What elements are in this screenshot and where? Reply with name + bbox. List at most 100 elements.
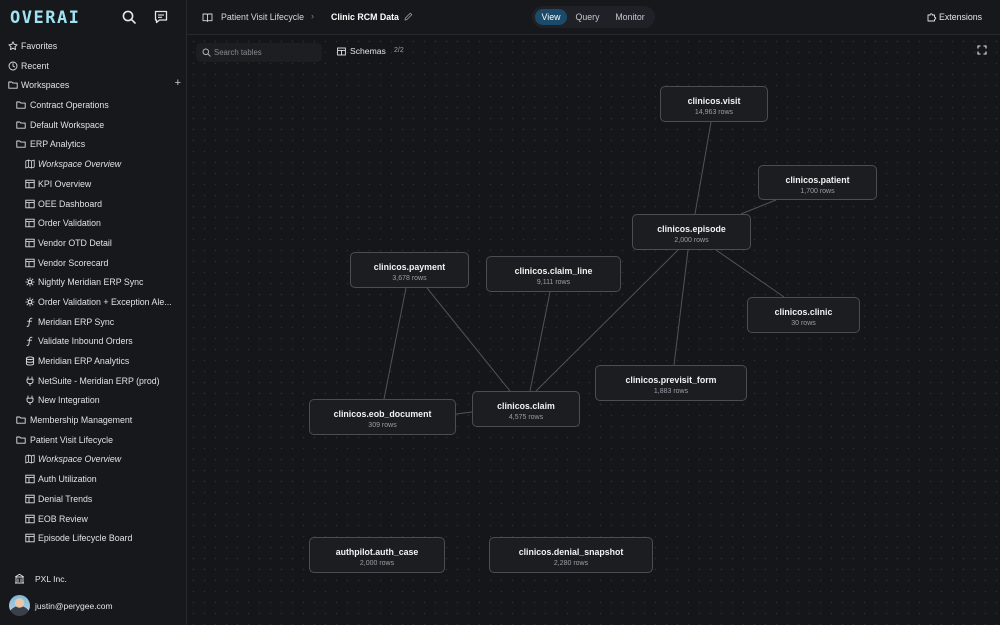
schema-canvas[interactable]: Schemas 2/2 clinicos.visit14,963 rowscli…	[188, 36, 1000, 625]
table-node-name: clinicos.patient	[785, 175, 850, 185]
sidebar-item-auth-utilization[interactable]: Auth Utilization	[0, 469, 187, 489]
user-account[interactable]: justin@perygee.com	[0, 593, 187, 617]
folder-icon	[16, 416, 26, 424]
sidebar-item-workspace-overview[interactable]: Workspace Overview	[0, 154, 187, 174]
table-node-name: clinicos.claim	[497, 401, 555, 411]
tab-monitor[interactable]: Monitor	[609, 9, 651, 25]
star-icon	[8, 41, 18, 51]
schedule-icon	[25, 297, 35, 307]
table-node-clinic[interactable]: clinicos.clinic 30 rows	[747, 297, 860, 333]
table-node-row-count: 2,280 rows	[553, 560, 589, 567]
sidebar-item-order-validation[interactable]: Order Validation	[0, 213, 187, 233]
sidebar-item-validate-inbound-orders[interactable]: Validate Inbound Orders	[0, 331, 187, 351]
table-node-claim[interactable]: clinicos.claim 4,575 rows	[472, 391, 580, 427]
clock-icon	[8, 61, 18, 71]
sidebar-item-recent[interactable]: Recent	[0, 56, 187, 76]
edit-icon[interactable]	[404, 12, 413, 21]
sidebar-item-workspace-overview[interactable]: Workspace Overview	[0, 449, 187, 469]
sidebar-item-kpi-overview[interactable]: KPI Overview	[0, 174, 187, 194]
sidebar-item-meridian-erp-analytics[interactable]: Meridian ERP Analytics	[0, 351, 187, 371]
sidebar-item-vendor-scorecard[interactable]: Vendor Scorecard	[0, 253, 187, 273]
table-node-row-count: 1,883 rows	[653, 388, 689, 395]
sidebar-item-label: ERP Analytics	[30, 139, 86, 150]
sidebar-item-patient-visit-lifecycle[interactable]: Patient Visit Lifecycle	[0, 430, 187, 450]
sidebar-item-order-validation-exception-ale[interactable]: Order Validation + Exception Ale...	[0, 292, 187, 312]
book-icon	[202, 13, 213, 22]
sidebar-item-default-workspace[interactable]: Default Workspace	[0, 115, 187, 135]
sidebar-item-denial-trends[interactable]: Denial Trends	[0, 489, 187, 509]
sidebar-item-label: New Integration	[38, 395, 100, 406]
dashboard-icon	[25, 494, 35, 504]
table-node-row-count: 309 rows	[368, 422, 397, 429]
edge-episode-clinic	[715, 249, 785, 298]
sidebar-item-oee-dashboard[interactable]: OEE Dashboard	[0, 194, 187, 214]
table-node-name: clinicos.previsit_form	[625, 375, 717, 385]
sidebar-item-netsuite-meridian-erp-prod[interactable]: NetSuite - Meridian ERP (prod)	[0, 371, 187, 391]
dashboard-icon	[25, 179, 35, 189]
dashboard-icon	[25, 474, 35, 484]
sidebar-item-label: Default Workspace	[30, 119, 105, 130]
sidebar-item-label: Denial Trends	[38, 493, 93, 504]
sidebar-nav: Favorites Recent Workspaces + Contract O…	[0, 36, 187, 548]
search-icon[interactable]	[121, 9, 137, 25]
sidebar-item-episode-lifecycle-board[interactable]: Episode Lifecycle Board	[0, 528, 187, 548]
sidebar-item-label: Contract Operations	[30, 100, 109, 111]
dashboard-icon	[25, 514, 35, 523]
app-logo: OVERAI	[10, 8, 81, 28]
sidebar-item-label: Meridian ERP Sync	[38, 316, 115, 327]
tab-query[interactable]: Query	[571, 9, 604, 25]
organization[interactable]: PXL Inc.	[0, 571, 187, 587]
table-node-previsit-form[interactable]: clinicos.previsit_form 1,883 rows	[595, 365, 747, 401]
sidebar-item-nightly-meridian-erp-sync[interactable]: Nightly Meridian ERP Sync	[0, 272, 187, 292]
sidebar-item-label: OEE Dashboard	[38, 198, 103, 209]
table-node-auth-case[interactable]: authpilot.auth_case 2,000 rows	[309, 537, 445, 573]
plug-icon	[26, 395, 34, 406]
tab-view[interactable]: View	[535, 9, 567, 25]
sidebar-item-label: Vendor Scorecard	[38, 257, 109, 268]
topbar: Patient Visit Lifecycle › Clinic RCM Dat…	[187, 0, 1000, 35]
edge-patient-episode	[740, 199, 777, 215]
sidebar-item-favorites[interactable]: Favorites	[0, 36, 187, 56]
view-mode-tabs: View Query Monitor	[532, 6, 655, 28]
table-node-row-count: 2,000 rows	[359, 560, 395, 567]
schedule-icon	[25, 277, 35, 287]
sidebar-item-label: Meridian ERP Analytics	[38, 356, 130, 366]
table-node-claim-line[interactable]: clinicos.claim_line 9,111 rows	[486, 256, 621, 292]
sidebar-item-erp-analytics[interactable]: ERP Analytics	[0, 134, 187, 154]
sidebar-item-new-integration[interactable]: New Integration	[0, 390, 187, 410]
table-node-eob-document[interactable]: clinicos.eob_document 309 rows	[309, 399, 456, 435]
table-node-row-count: 2,000 rows	[674, 237, 709, 244]
sidebar-item-membership-management[interactable]: Membership Management	[0, 410, 187, 430]
table-node-visit[interactable]: clinicos.visit 14,963 rows	[660, 86, 768, 122]
breadcrumb-separator: ›	[311, 11, 314, 21]
table-node-row-count: 14,963 rows	[694, 109, 734, 116]
dashboard-icon	[25, 238, 35, 248]
sidebar-item-label: Nightly Meridian ERP Sync	[38, 277, 144, 288]
table-node-payment[interactable]: clinicos.payment 3,678 rows	[350, 252, 469, 288]
table-node-name: clinicos.episode	[657, 224, 726, 234]
sidebar-item-label: NetSuite - Meridian ERP (prod)	[38, 375, 160, 386]
sidebar-item-eob-review[interactable]: EOB Review	[0, 509, 187, 529]
add-workspace-icon[interactable]: +	[175, 77, 181, 89]
table-node-denial-snapshot[interactable]: clinicos.denial_snapshot 2,280 rows	[489, 537, 653, 573]
table-node-row-count: 3,678 rows	[392, 275, 427, 282]
workspace-tree: Contract Operations Default Workspace ERP …	[0, 95, 187, 548]
table-node-patient[interactable]: clinicos.patient 1,700 rows	[758, 165, 877, 200]
sidebar-item-meridian-erp-sync[interactable]: Meridian ERP Sync	[0, 312, 187, 332]
map-icon	[25, 159, 35, 169]
function-icon	[26, 317, 33, 327]
sidebar-item-label: Workspaces	[21, 80, 70, 91]
sidebar-item-workspaces[interactable]: Workspaces +	[0, 75, 187, 95]
sidebar-item-vendor-otd-detail[interactable]: Vendor OTD Detail	[0, 233, 187, 253]
folder-icon	[16, 121, 26, 129]
table-node-episode[interactable]: clinicos.episode 2,000 rows	[632, 214, 751, 250]
sidebar-item-contract-operations[interactable]: Contract Operations	[0, 95, 187, 115]
sidebar-item-label: Order Validation + Exception Ale...	[38, 296, 172, 307]
breadcrumb-parent[interactable]: Patient Visit Lifecycle	[221, 12, 304, 22]
sidebar-item-label: Workspace Overview	[38, 159, 122, 170]
database-icon	[25, 356, 35, 366]
sidebar-item-label: Workspace Overview	[38, 454, 122, 465]
sidebar-item-label: Membership Management	[30, 415, 133, 426]
sidebar-item-label: Validate Inbound Orders	[38, 336, 133, 347]
chat-icon[interactable]	[153, 9, 169, 25]
